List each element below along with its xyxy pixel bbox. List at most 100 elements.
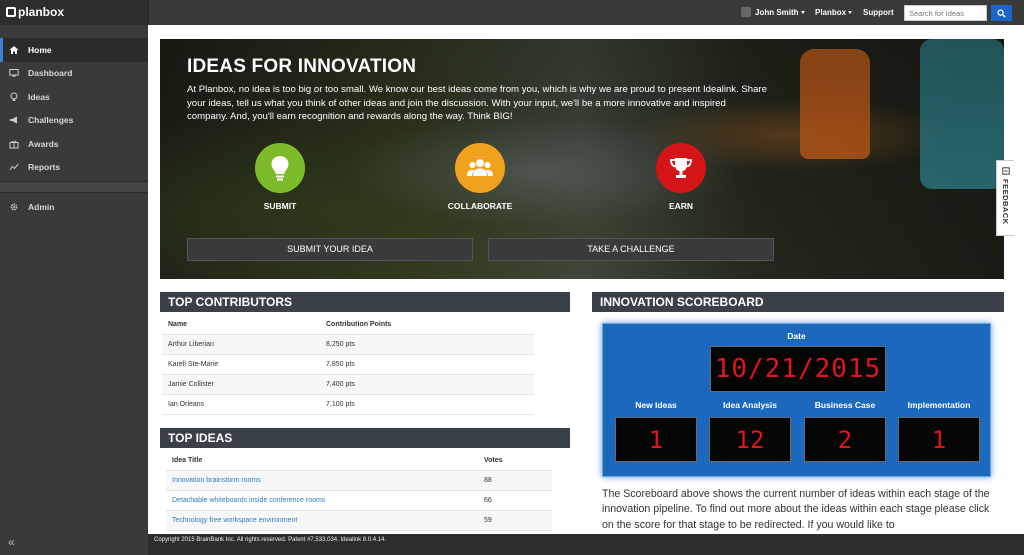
idea-title-link[interactable]: Innovation brainstorm rooms (166, 471, 484, 490)
scoreboard-date-label: Date (787, 331, 806, 341)
footer-copyright: Copyright 2015 BrainBank Inc. All rights… (154, 537, 387, 543)
planbox-logo-icon (6, 7, 16, 17)
search-icon (997, 8, 1006, 18)
stage-label-idea-analysis: Idea Analysis (722, 400, 778, 410)
collaborate-circle (455, 143, 505, 193)
hero-action-label: COLLABORATE (447, 201, 513, 211)
contributor-points: 7,400 pts (326, 381, 355, 388)
idea-votes: 66 (484, 497, 492, 504)
sidebar-divider (0, 181, 148, 193)
contributor-points: 8,250 pts (326, 341, 355, 348)
sidebar-item-label: Home (28, 44, 52, 55)
hero-action-submit[interactable]: SUBMIT (232, 143, 328, 211)
idea-title-column-header: Idea Title (172, 457, 203, 464)
contributor-name: Arthur Liberian (168, 341, 214, 348)
innovation-scoreboard-header: INNOVATION SCOREBOARD (592, 292, 1004, 312)
earn-circle (656, 143, 706, 193)
stage-score-idea-analysis[interactable]: 12 (709, 417, 791, 462)
main-content: IDEAS FOR INNOVATION At Planbox, no idea… (148, 25, 1024, 534)
planbox-menu[interactable]: Planbox (815, 0, 853, 25)
feedback-label: FEEDBACK (1001, 179, 1010, 225)
table-row: Ian Orleans 7,100 pts (162, 395, 534, 415)
sidebar-item-label: Admin (28, 201, 55, 212)
gear-icon (8, 201, 20, 213)
top-ideas-header: TOP IDEAS (160, 428, 570, 448)
user-menu[interactable]: John Smith (741, 0, 805, 25)
stage-score-new-ideas[interactable]: 1 (615, 417, 697, 462)
idea-title-link[interactable]: Technology free workspace environment (166, 511, 484, 530)
contributor-name: Ian Orleans (168, 401, 205, 408)
people-icon (467, 159, 493, 176)
name-column-header: Name (168, 321, 188, 328)
sidebar-item-admin[interactable]: Admin (0, 195, 148, 219)
stage-label-business-case: Business Case (814, 400, 876, 410)
take-challenge-button[interactable]: TAKE A CHALLENGE (488, 238, 774, 261)
scoreboard-description: The Scoreboard above shows the current n… (602, 488, 990, 531)
top-bar: John Smith Planbox Support (148, 0, 1024, 25)
table-header: Name Contribution Points (162, 315, 534, 335)
idea-title-link[interactable]: Detachable whiteboards inside conference… (166, 491, 484, 510)
sidebar-item-dashboard[interactable]: Dashboard (0, 62, 148, 86)
contributor-points: 7,100 pts (326, 401, 355, 408)
stage-score-implementation[interactable]: 1 (898, 417, 980, 462)
avatar (741, 7, 751, 17)
table-row: Karell Ste-Marie 7,850 pts (162, 355, 534, 375)
search-button[interactable] (991, 5, 1012, 21)
top-contributors-table: Name Contribution Points Arthur Liberian… (162, 315, 534, 415)
logo[interactable]: planbox (0, 0, 148, 25)
sidebar-item-label: Reports (28, 162, 61, 173)
sidebar-item-reports[interactable]: Reports (0, 156, 148, 180)
lightbulb-icon (271, 156, 289, 181)
gift-icon (8, 138, 20, 150)
feedback-icon (1001, 167, 1010, 175)
contributor-name: Karell Ste-Marie (168, 361, 219, 368)
brand-name: planbox (18, 5, 65, 19)
feedback-tab[interactable]: FEEDBACK (996, 160, 1014, 236)
table-row: Technology free workspace environment 59 (166, 511, 552, 531)
hero-action-collaborate[interactable]: COLLABORATE (432, 143, 528, 211)
table-row: Arthur Liberian 8,250 pts (162, 335, 534, 355)
megaphone-icon (8, 114, 20, 126)
hero-action-label: EARN (668, 201, 694, 211)
contributor-name: Jamie Collister (168, 381, 214, 388)
sidebar-item-challenges[interactable]: Challenges (0, 109, 148, 133)
submit-circle (255, 143, 305, 193)
sidebar-item-ideas[interactable]: Ideas (0, 85, 148, 109)
hero-text: At Planbox, no idea is too big or too sm… (187, 84, 768, 123)
double-chevron-left-icon: « (8, 535, 15, 549)
hero-action-earn[interactable]: EARN (633, 143, 729, 211)
stage-score-business-case[interactable]: 2 (804, 417, 886, 462)
top-ideas-table: Idea Title Votes Innovation brainstorm r… (166, 451, 552, 531)
lightbulb-icon (8, 91, 20, 103)
votes-column-header: Votes (484, 457, 503, 464)
footer: Copyright 2015 BrainBank Inc. All rights… (148, 534, 1024, 555)
hero-banner: IDEAS FOR INNOVATION At Planbox, no idea… (160, 39, 1004, 279)
sidebar-item-awards[interactable]: Awards (0, 132, 148, 156)
collapse-sidebar-button[interactable]: « (8, 535, 15, 549)
table-header: Idea Title Votes (166, 451, 552, 471)
contributor-points: 7,850 pts (326, 361, 355, 368)
idea-votes: 59 (484, 517, 492, 524)
submit-idea-button[interactable]: SUBMIT YOUR IDEA (187, 238, 473, 261)
caret-down-icon (848, 11, 853, 14)
sidebar: planbox Home Dashboard Ideas Challenges (0, 0, 148, 555)
sidebar-item-home[interactable]: Home (0, 38, 148, 62)
table-row: Jamie Collister 7,400 pts (162, 375, 534, 395)
scoreboard-date: 10/21/2015 (710, 346, 886, 392)
top-contributors-header: TOP CONTRIBUTORS (160, 292, 570, 312)
table-row: Innovation brainstorm rooms 88 (166, 471, 552, 491)
stage-label-implementation: Implementation (907, 400, 971, 410)
planbox-menu-label: Planbox (815, 8, 847, 17)
points-column-header: Contribution Points (326, 321, 392, 328)
trophy-icon (670, 158, 692, 178)
stage-label-new-ideas: New Ideas (635, 400, 677, 410)
sidebar-nav: Home Dashboard Ideas Challenges Awards R… (0, 38, 148, 219)
chart-line-icon (8, 161, 20, 173)
sidebar-item-label: Ideas (28, 91, 50, 102)
sidebar-item-label: Dashboard (28, 68, 73, 79)
monitor-icon (8, 67, 20, 79)
search-input[interactable] (904, 5, 987, 21)
innovation-scoreboard: Date 10/21/2015 New Ideas Idea Analysis … (602, 323, 991, 477)
idea-votes: 88 (484, 477, 492, 484)
support-link[interactable]: Support (863, 0, 894, 25)
